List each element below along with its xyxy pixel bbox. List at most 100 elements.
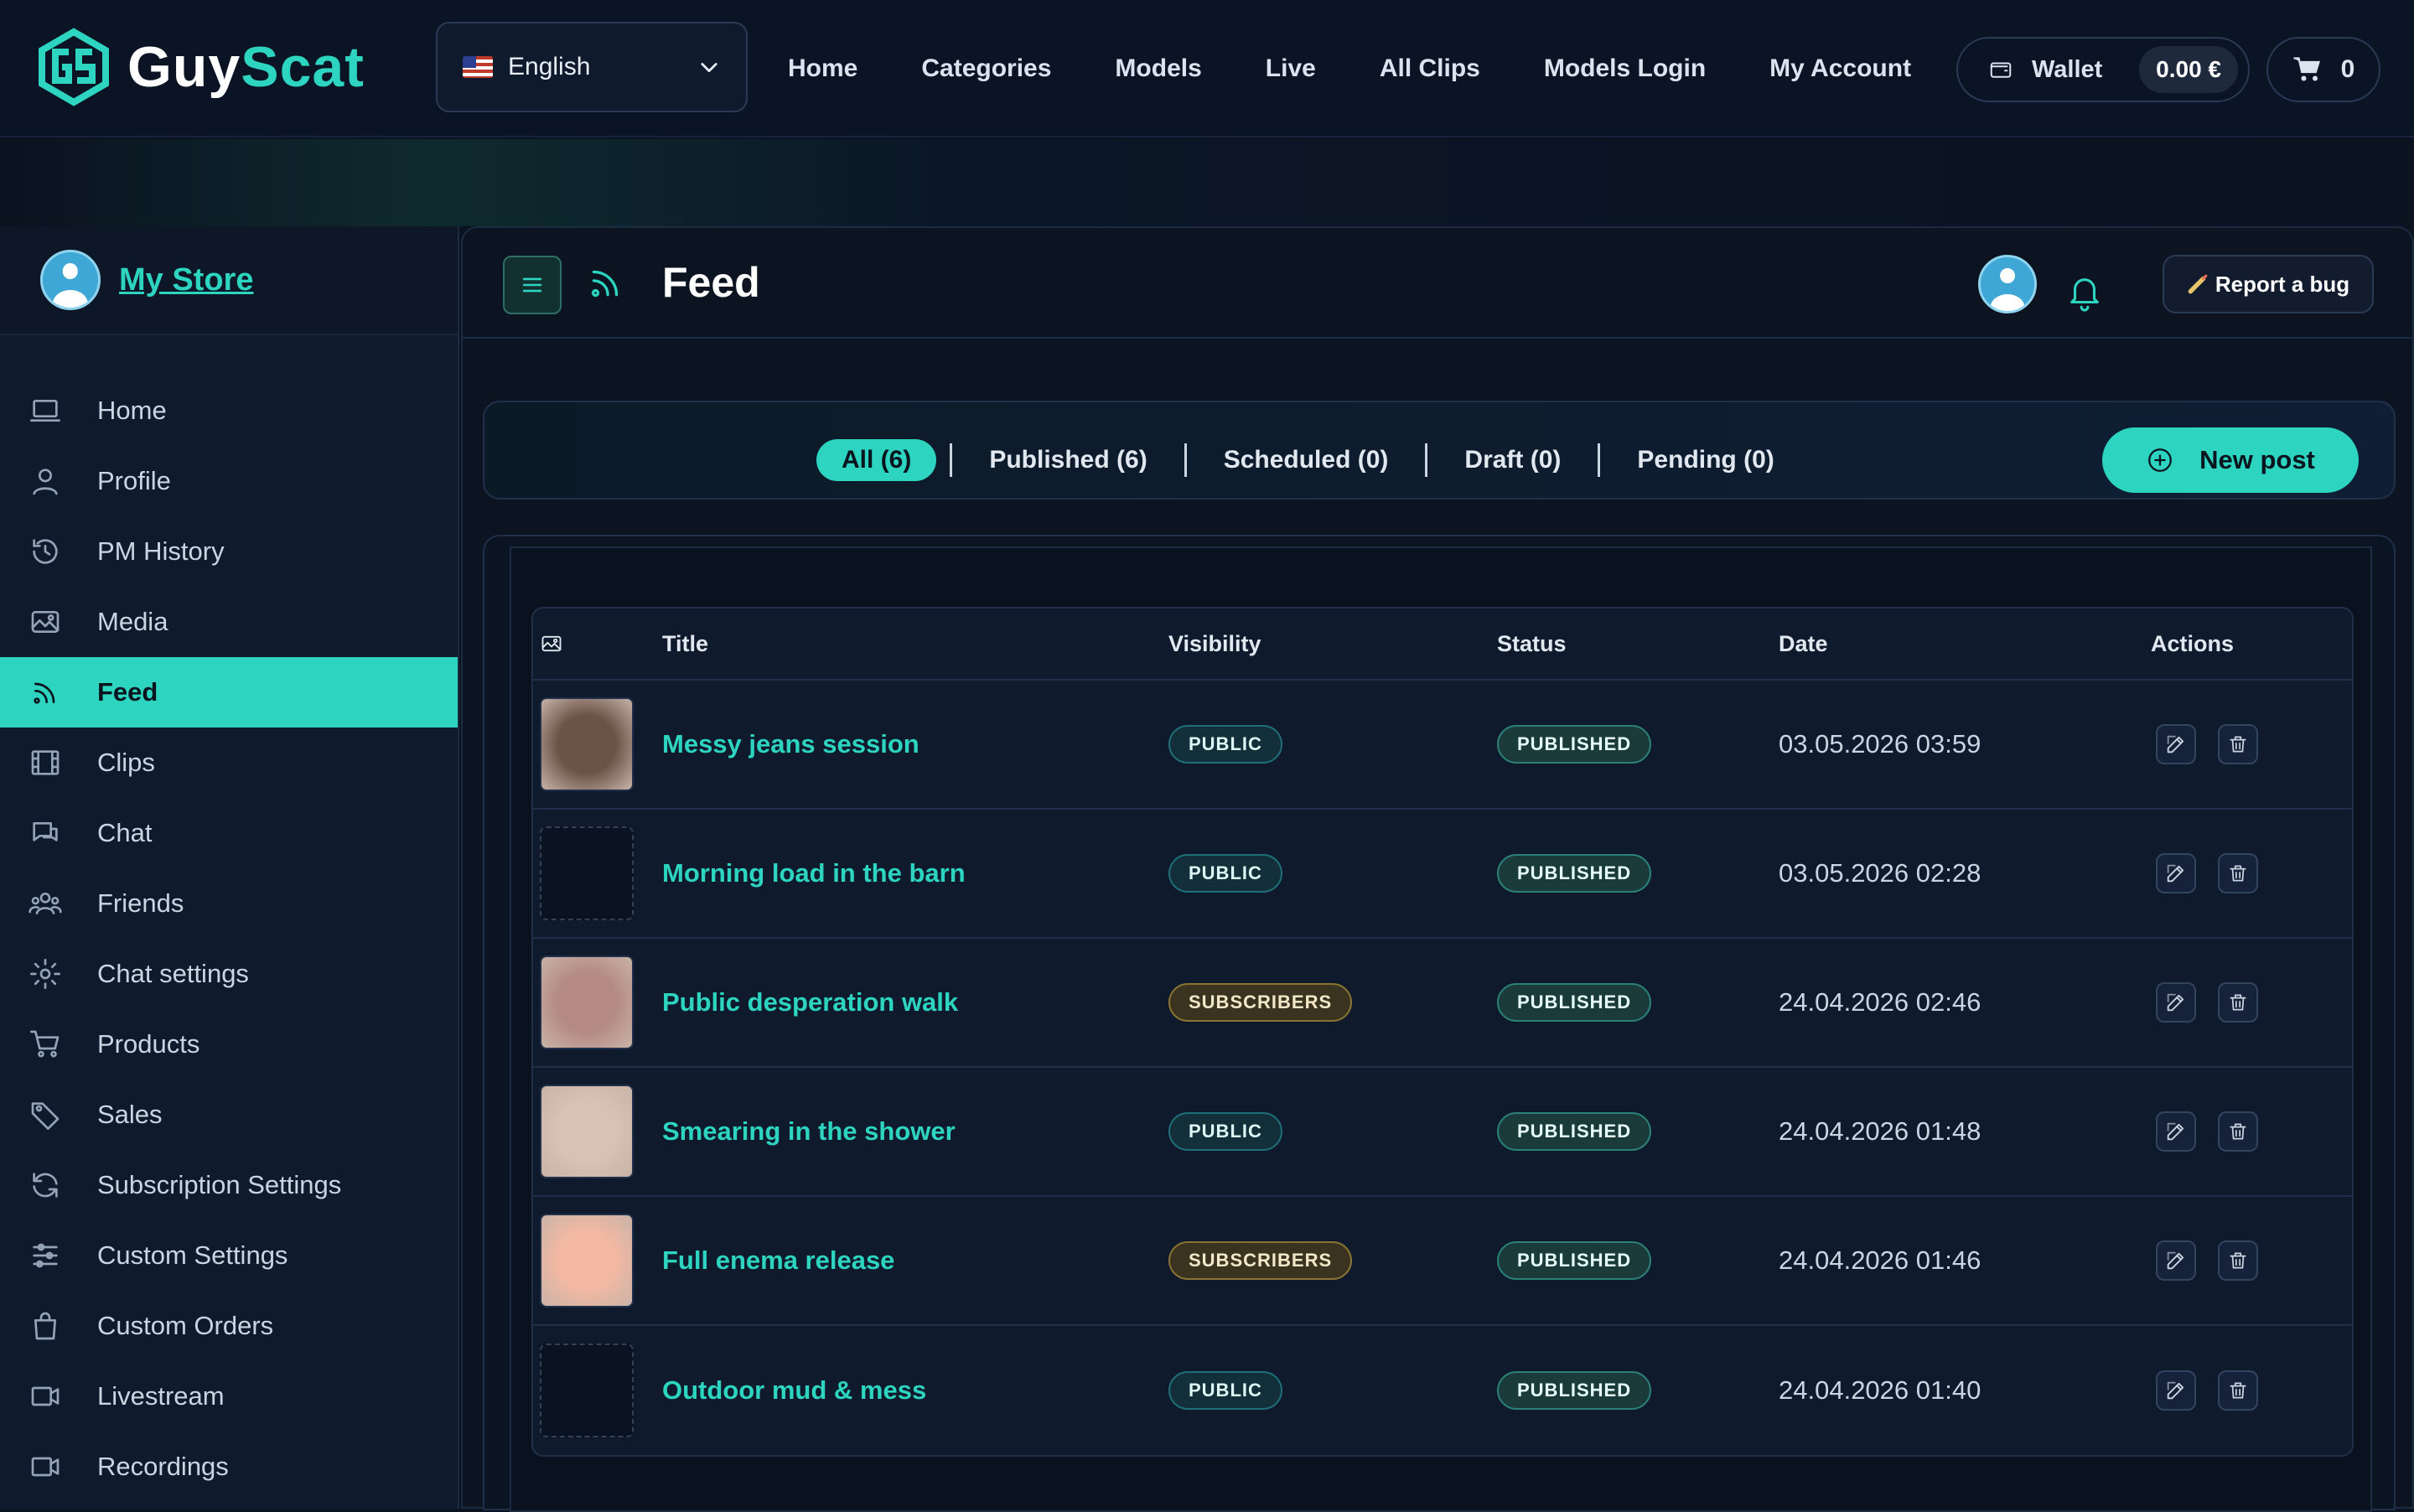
- tab-scheduled[interactable]: Scheduled (0): [1200, 439, 1412, 481]
- edit-button[interactable]: [2156, 853, 2196, 893]
- col-visibility[interactable]: Visibility: [1168, 608, 1261, 679]
- post-thumbnail[interactable]: [540, 826, 634, 920]
- tab-draft[interactable]: Draft (0): [1441, 439, 1584, 481]
- post-date: 24.04.2026 01:46: [1779, 1245, 1981, 1275]
- tag-icon: [31, 1102, 60, 1130]
- post-thumbnail[interactable]: [540, 697, 634, 791]
- sidebar-item-sales[interactable]: Sales: [0, 1080, 458, 1150]
- sidebar-item-label: Subscription Settings: [97, 1170, 342, 1199]
- sidebar-item-label: Media: [97, 607, 168, 636]
- thumb-column-header: [540, 608, 563, 679]
- nav-categories[interactable]: Categories: [921, 54, 1051, 83]
- sidebar-item-media[interactable]: Media: [0, 587, 458, 657]
- sidebar-item-custom-orders[interactable]: Custom Orders: [0, 1291, 458, 1361]
- edit-button[interactable]: [2156, 1111, 2196, 1152]
- post-thumbnail[interactable]: [540, 1344, 634, 1437]
- post-title-link[interactable]: Morning load in the barn: [662, 858, 966, 888]
- tab-divider: [1184, 443, 1187, 477]
- table-row[interactable]: Messy jeans session PUBLIC PUBLISHED 03.05.…: [533, 681, 2352, 810]
- post-title-link[interactable]: Outdoor mud & mess: [662, 1375, 926, 1406]
- col-date[interactable]: Date: [1779, 608, 1828, 679]
- sidebar-item-label: PM History: [97, 536, 225, 566]
- store-avatar[interactable]: [40, 250, 101, 310]
- bug-icon: [2188, 274, 2208, 294]
- edit-icon: [2167, 1122, 2184, 1141]
- col-status[interactable]: Status: [1497, 608, 1567, 679]
- cart-count: 0: [2340, 55, 2355, 83]
- nav-my-account[interactable]: My Account: [1769, 54, 1911, 83]
- edit-button[interactable]: [2156, 724, 2196, 764]
- sidebar-item-label: Chat settings: [97, 959, 249, 988]
- post-thumbnail[interactable]: [540, 1214, 634, 1307]
- new-post-button[interactable]: New post: [2102, 427, 2359, 493]
- sidebar-item-livestream[interactable]: Livestream: [0, 1361, 458, 1432]
- cart-button[interactable]: 0: [2266, 37, 2380, 102]
- nav-models[interactable]: Models: [1115, 54, 1201, 83]
- visibility-badge: PUBLIC: [1168, 854, 1282, 893]
- sidebar-item-clips[interactable]: Clips: [0, 728, 458, 798]
- table-row[interactable]: Morning load in the barn PUBLIC PUBLISHED 0…: [533, 810, 2352, 939]
- edit-button[interactable]: [2156, 1370, 2196, 1411]
- delete-button[interactable]: [2218, 982, 2258, 1023]
- nav-all-clips[interactable]: All Clips: [1380, 54, 1480, 83]
- table-row[interactable]: Full enema release SUBSCRIBERS PUBLISHED 24…: [533, 1197, 2352, 1326]
- header-band: [0, 139, 2414, 226]
- sidebar-item-profile[interactable]: Profile: [0, 446, 458, 516]
- delete-button[interactable]: [2218, 1370, 2258, 1411]
- table-row[interactable]: Outdoor mud & mess PUBLIC PUBLISHED 24.04.2…: [533, 1326, 2352, 1455]
- nav-home[interactable]: Home: [788, 54, 857, 83]
- tab-all[interactable]: All (6): [816, 439, 937, 481]
- bell-icon[interactable]: [2065, 272, 2104, 313]
- delete-button[interactable]: [2218, 724, 2258, 764]
- post-thumbnail[interactable]: [540, 955, 634, 1049]
- user-avatar[interactable]: [1978, 255, 2037, 313]
- col-title[interactable]: Title: [662, 608, 708, 679]
- report-bug-button[interactable]: Report a bug: [2163, 255, 2374, 313]
- nav-live[interactable]: Live: [1266, 54, 1316, 83]
- edit-button[interactable]: [2156, 982, 2196, 1023]
- edit-button[interactable]: [2156, 1240, 2196, 1281]
- gear-icon: [30, 959, 60, 989]
- sidebar-item-chat[interactable]: Chat: [0, 798, 458, 868]
- main-nav: Home Categories Models Live All Clips Mo…: [788, 0, 1975, 137]
- tab-pending[interactable]: Pending (0): [1614, 439, 1797, 481]
- sidebar-item-label: Livestream: [97, 1381, 225, 1411]
- video-icon: [31, 1386, 60, 1406]
- status-badge: PUBLISHED: [1497, 983, 1652, 1022]
- chat-icon: [33, 822, 58, 841]
- status-badge: PUBLISHED: [1497, 854, 1652, 893]
- delete-button[interactable]: [2218, 1111, 2258, 1152]
- top-navbar: GuyScat English Home Categories Models L…: [0, 0, 2414, 137]
- sidebar-item-home[interactable]: Home: [0, 375, 458, 446]
- sidebar-item-chat-settings[interactable]: Chat settings: [0, 939, 458, 1009]
- sidebar-item-pm-history[interactable]: PM History: [0, 516, 458, 587]
- sidebar-item-feed[interactable]: Feed: [0, 657, 458, 728]
- film-icon: [31, 750, 60, 775]
- delete-button[interactable]: [2218, 853, 2258, 893]
- sidebar-item-products[interactable]: Products: [0, 1009, 458, 1080]
- sidebar-item-recordings[interactable]: Recordings: [0, 1432, 458, 1502]
- table-row[interactable]: Public desperation walk SUBSCRIBERS PUBLIS…: [533, 939, 2352, 1068]
- wallet-button[interactable]: Wallet 0.00 €: [1956, 37, 2250, 102]
- post-date: 03.05.2026 02:28: [1779, 858, 1981, 888]
- delete-button[interactable]: [2218, 1240, 2258, 1281]
- post-title-link[interactable]: Smearing in the shower: [662, 1116, 956, 1147]
- my-store-link[interactable]: My Store: [119, 262, 253, 298]
- language-select[interactable]: English: [436, 22, 748, 112]
- visibility-badge: PUBLIC: [1168, 1112, 1282, 1151]
- post-title-link[interactable]: Messy jeans session: [662, 729, 919, 759]
- nav-models-login[interactable]: Models Login: [1544, 54, 1706, 83]
- cart-icon: [2293, 57, 2320, 81]
- post-title-link[interactable]: Full enema release: [662, 1245, 894, 1276]
- site-logo[interactable]: GuyScat: [34, 25, 365, 109]
- sidebar-item-subscription-settings[interactable]: Subscription Settings: [0, 1150, 458, 1220]
- edit-icon: [2167, 993, 2184, 1012]
- post-thumbnail[interactable]: [540, 1085, 634, 1178]
- post-title-link[interactable]: Public desperation walk: [662, 987, 958, 1017]
- filter-bar: All (6) Published (6) Scheduled (0) Draf…: [483, 401, 2396, 500]
- table-row[interactable]: Smearing in the shower PUBLIC PUBLISHED 24.…: [533, 1068, 2352, 1197]
- sidebar-item-custom-settings[interactable]: Custom Settings: [0, 1220, 458, 1291]
- menu-toggle-button[interactable]: [503, 256, 562, 314]
- tab-published[interactable]: Published (6): [966, 439, 1170, 481]
- sidebar-item-friends[interactable]: Friends: [0, 868, 458, 939]
